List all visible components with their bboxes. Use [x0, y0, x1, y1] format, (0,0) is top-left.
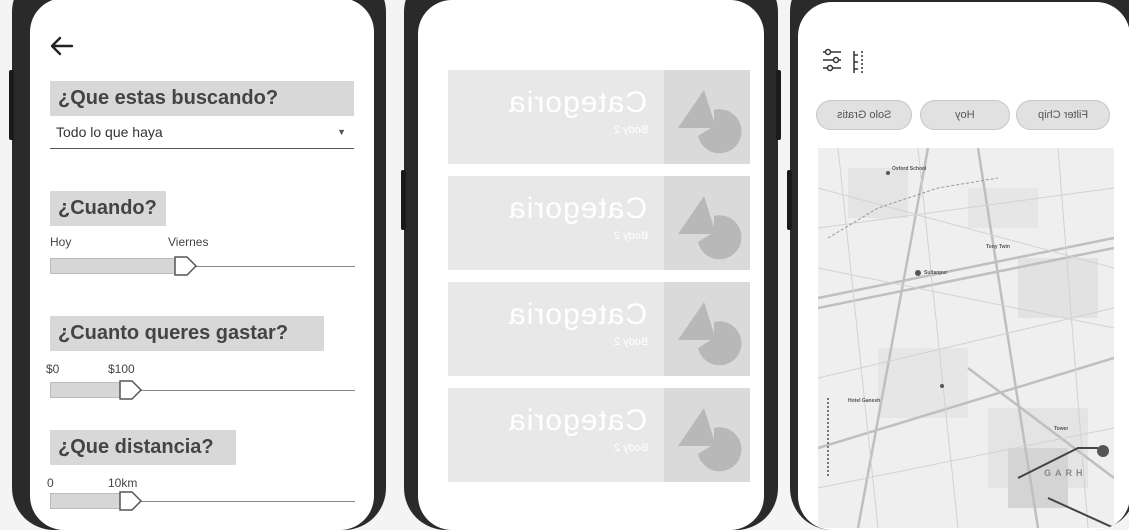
- chip-label: Solo Gratis: [836, 109, 892, 121]
- phone-frame-1: ¿Que estas buscando? Todo lo que haya ▼ …: [9, 0, 386, 530]
- map-label: Hotel Ganesh: [848, 398, 881, 404]
- card-title: Categoria: [508, 404, 648, 437]
- category-card[interactable]: Categoria Body 2: [448, 176, 750, 270]
- distance-max-label: 10km: [108, 476, 138, 490]
- budget-max-label: $100: [108, 362, 135, 376]
- slider-thumb[interactable]: [119, 491, 143, 511]
- shapes-placeholder-icon: [678, 302, 742, 366]
- category-select[interactable]: Todo lo que haya ▼: [50, 120, 354, 149]
- when-heading: ¿Cuando?: [50, 191, 166, 226]
- slider-fill: [50, 493, 127, 509]
- budget-slider[interactable]: [50, 379, 355, 403]
- when-min-label: Hoy: [50, 235, 72, 249]
- budget-heading: ¿Cuanto queres gastar?: [50, 316, 324, 351]
- settings-sliders-icon[interactable]: [820, 47, 844, 77]
- budget-min-label: $0: [46, 362, 60, 376]
- distance-heading: ¿Que distancia?: [50, 430, 236, 465]
- side-button: [787, 170, 792, 230]
- map[interactable]: Oxford School Tony Twin Sultanpur Hotel …: [818, 148, 1114, 528]
- phone-frame-2: Categoria Body 2 Categoria Body 2 Categoria B…: [401, 0, 781, 530]
- map-label: Tony Twin: [986, 244, 1010, 250]
- card-subtitle: Body 2: [614, 442, 649, 454]
- category-card[interactable]: Categoria Body 2: [448, 282, 750, 376]
- chip-hoy[interactable]: Hoy: [920, 100, 1010, 130]
- side-button: [401, 170, 406, 230]
- category-image: [664, 176, 750, 270]
- search-heading: ¿Que estas buscando?: [50, 81, 354, 116]
- category-image: [664, 70, 750, 164]
- map-label: GARH: [1044, 468, 1087, 478]
- card-subtitle: Body 2: [614, 124, 649, 136]
- card-title: Categoria: [508, 86, 648, 119]
- map-label: Tower: [1054, 426, 1069, 432]
- when-max-label: Viernes: [168, 235, 209, 249]
- categories-screen: Categoria Body 2 Categoria Body 2 Categoria B…: [418, 0, 764, 530]
- side-button: [776, 70, 781, 140]
- category-image: [664, 282, 750, 376]
- category-card[interactable]: Categoria Body 2: [448, 70, 750, 164]
- slider-fill: [50, 258, 182, 274]
- map-label: Sultanpur: [924, 270, 948, 276]
- distance-min-label: 0: [47, 476, 54, 490]
- map-screen: Solo Gratis Hoy Filter Chip Oxford Schoo…: [798, 2, 1129, 530]
- side-button: [9, 70, 14, 140]
- slider-thumb[interactable]: [119, 380, 143, 400]
- card-title: Categoria: [508, 192, 648, 225]
- slider-fill: [50, 382, 127, 398]
- back-arrow-icon[interactable]: [50, 36, 74, 56]
- phone-frame-3: Solo Gratis Hoy Filter Chip Oxford Schoo…: [787, 0, 1129, 530]
- card-title: Categoria: [508, 298, 648, 331]
- card-subtitle: Body 2: [614, 230, 649, 242]
- list-icon[interactable]: [850, 47, 874, 77]
- shapes-placeholder-icon: [678, 408, 742, 472]
- card-subtitle: Body 2: [614, 336, 649, 348]
- chip-filter[interactable]: Filter Chip: [1016, 100, 1110, 130]
- category-card[interactable]: Categoria Body 2: [448, 388, 750, 482]
- chip-label: Hoy: [955, 109, 975, 121]
- filter-screen: ¿Que estas buscando? Todo lo que haya ▼ …: [30, 0, 374, 530]
- shapes-placeholder-icon: [678, 196, 742, 260]
- chip-label: Filter Chip: [1037, 109, 1089, 121]
- category-image: [664, 388, 750, 482]
- chip-solo-gratis[interactable]: Solo Gratis: [816, 100, 912, 130]
- dropdown-caret-icon: ▼: [337, 127, 346, 137]
- shapes-placeholder-icon: [678, 90, 742, 154]
- category-select-value: Todo lo que haya: [56, 124, 163, 140]
- slider-thumb[interactable]: [174, 256, 198, 276]
- distance-slider[interactable]: [50, 490, 355, 514]
- map-label: Oxford School: [892, 166, 927, 172]
- when-slider[interactable]: [50, 255, 355, 279]
